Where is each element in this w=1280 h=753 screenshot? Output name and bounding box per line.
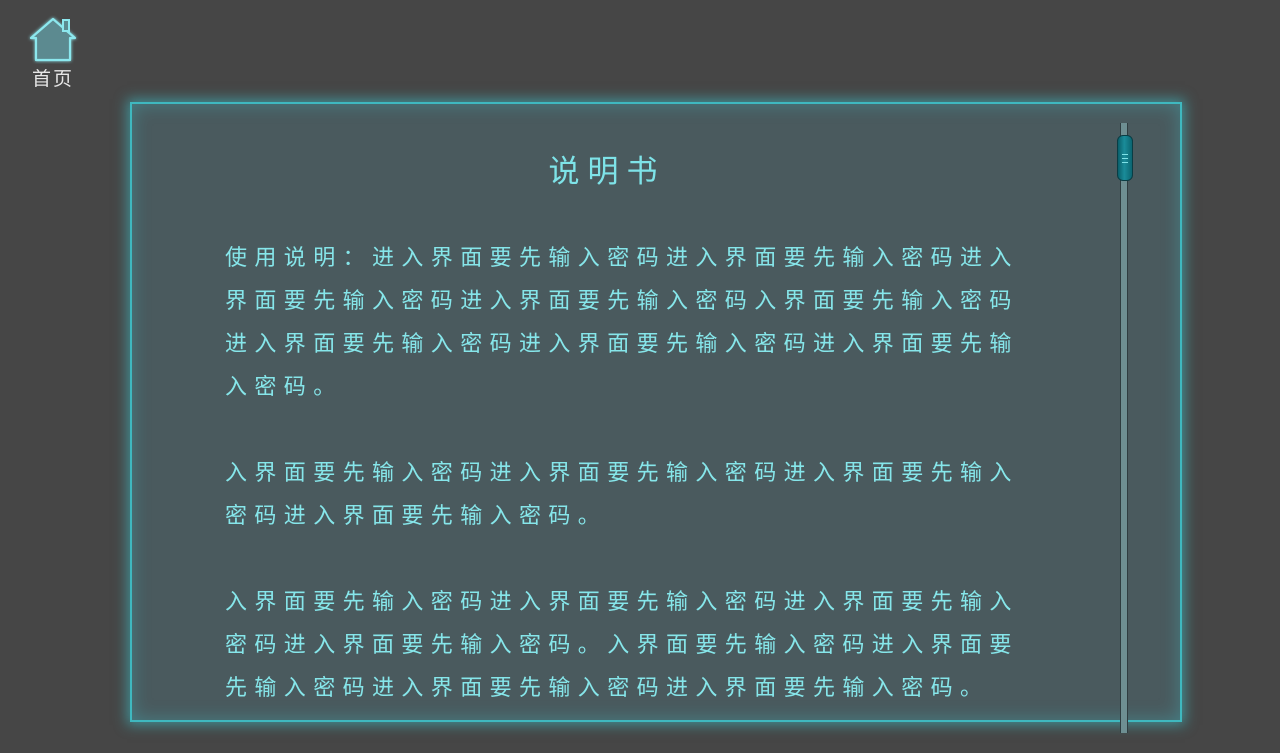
grip-line — [1122, 158, 1128, 159]
paragraph: 入界面要先输入密码进入界面要先输入密码进入界面要先输入密码进入界面要先输入密码。 — [225, 461, 1019, 529]
paragraph: 入界面要先输入密码进入界面要先输入密码进入界面要先输入密码进入界面要先输入密码。… — [225, 590, 1019, 701]
manual-panel: 说明书 使用说明：进入界面要先输入密码进入界面要先输入密码进入界面要先输入密码进… — [130, 102, 1182, 733]
page-title: 说明书 — [548, 154, 666, 190]
paragraph: 使用说明：进入界面要先输入密码进入界面要先输入密码进入界面要先输入密码进入界面要… — [225, 246, 1019, 400]
home-button[interactable]: 首页 — [22, 14, 84, 96]
grip-line — [1122, 154, 1128, 155]
home-icon — [29, 17, 77, 62]
manual-content: 使用说明：进入界面要先输入密码进入界面要先输入密码进入界面要先输入密码进入界面要… — [225, 237, 1045, 753]
grip-line — [1122, 162, 1128, 163]
scrollbar-thumb[interactable] — [1117, 135, 1133, 181]
scrollbar-track[interactable] — [1120, 123, 1128, 733]
home-label: 首页 — [31, 68, 74, 90]
